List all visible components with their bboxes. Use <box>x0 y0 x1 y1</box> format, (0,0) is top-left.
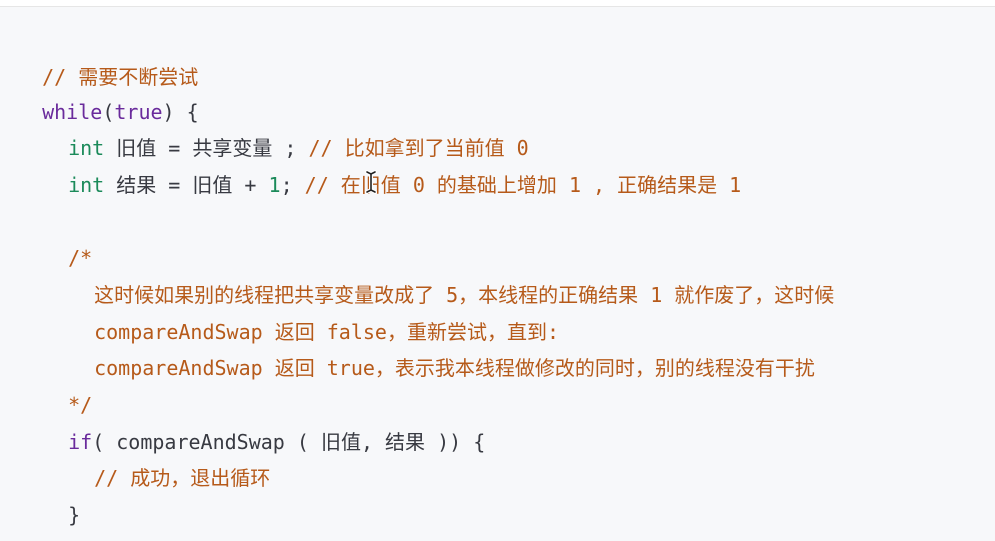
code-line-12: } <box>44 461 80 527</box>
comment-text: // 成功，退出循环 <box>94 466 271 490</box>
number-literal: 1 <box>268 173 281 197</box>
code-line-9: */ <box>44 351 92 417</box>
type-int: int <box>68 173 105 197</box>
code-line-6: 这时候如果别的线程把共享变量改成了 5，本线程的正确结果 1 就作废了，这时候 <box>70 241 834 307</box>
statement-text: 结果 = 旧值 + <box>104 173 269 197</box>
code-line-4: int 结果 = 旧值 + 1; // 在旧值 0 的基础上增加 1 , 正确结… <box>44 131 741 197</box>
statement-end: ; <box>280 173 305 197</box>
code-line-5: /* <box>44 204 92 270</box>
top-divider <box>0 0 995 7</box>
code-line-7: compareAndSwap 返回 false，重新尝试，直到: <box>70 278 559 344</box>
code-line-11: // 成功，退出循环 <box>70 424 270 490</box>
code-line-13: } <box>18 498 54 541</box>
code-line-10: if( compareAndSwap ( 旧值, 结果 )) { <box>44 388 485 454</box>
closing-brace: } <box>68 503 81 527</box>
code-line-3: int 旧值 = 共享变量 ; // 比如拿到了当前值 0 <box>44 94 529 160</box>
comment-text: compareAndSwap 返回 true，表示我本线程做修改的同时，别的线程… <box>94 356 815 380</box>
code-line-2: while(true) { <box>18 58 199 124</box>
code-line-8: compareAndSwap 返回 true，表示我本线程做修改的同时，别的线程… <box>70 314 815 380</box>
text-cursor-icon <box>362 170 380 194</box>
code-line-1: // 需要不断尝试 <box>18 23 198 89</box>
